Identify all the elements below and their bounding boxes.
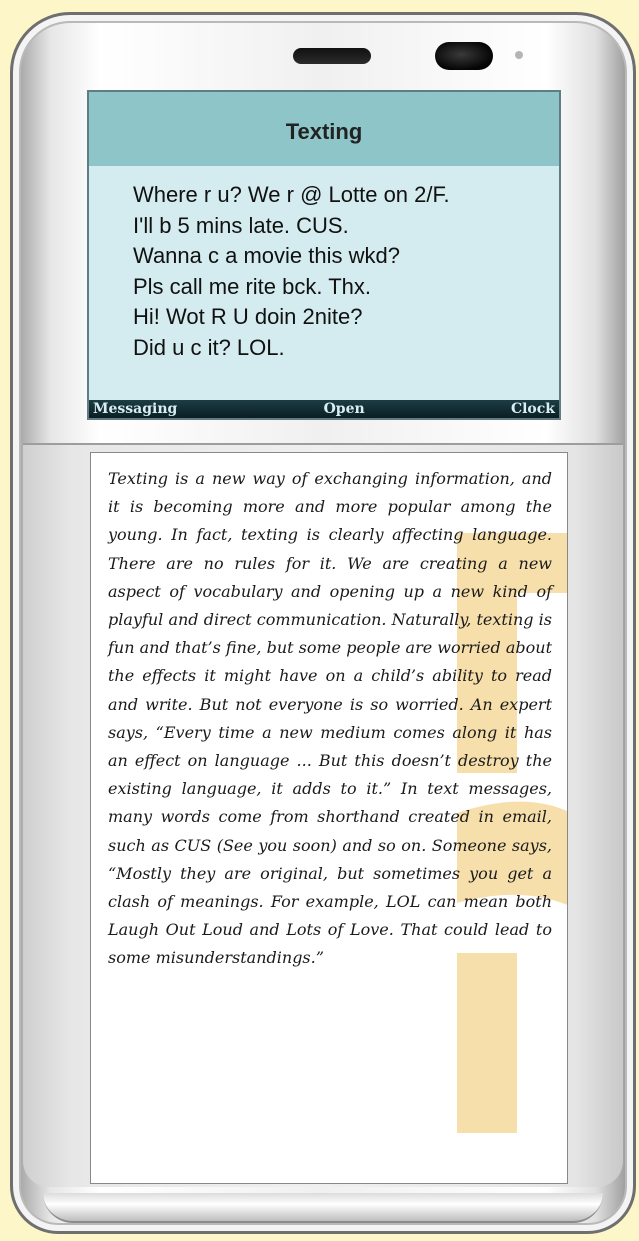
phone-screen: Texting Where r u? We r @ Lotte on 2/F. … <box>87 90 561 420</box>
softkey-messaging[interactable]: Messaging <box>93 401 177 417</box>
message-item: Hi! Wot R U doin 2nite? <box>133 304 363 329</box>
message-item: Wanna c a movie this wkd? <box>133 243 400 268</box>
article-body: Texting is a new way of exchanging infor… <box>108 469 552 968</box>
message-item: Where r u? We r @ Lotte on 2/F. <box>133 182 450 207</box>
softkey-open[interactable]: Open <box>324 401 365 417</box>
softkey-clock[interactable]: Clock <box>511 401 555 417</box>
screen-title: Texting <box>89 92 559 166</box>
message-list: Where r u? We r @ Lotte on 2/F. I'll b 5… <box>89 166 559 363</box>
earpiece-speaker <box>293 48 371 64</box>
light-sensor <box>515 51 523 59</box>
message-item: Pls call me rite bck. Thx. <box>133 273 371 299</box>
message-item: Did u c it? LOL. <box>133 334 285 360</box>
article-panel: Texting is a new way of exchanging infor… <box>90 452 568 1184</box>
message-item: I'll b 5 mins late. CUS. <box>133 212 349 238</box>
phone-bottom-edge <box>43 1193 603 1223</box>
front-camera-icon <box>435 42 493 70</box>
softkey-bar: Messaging Open Clock <box>89 400 559 418</box>
